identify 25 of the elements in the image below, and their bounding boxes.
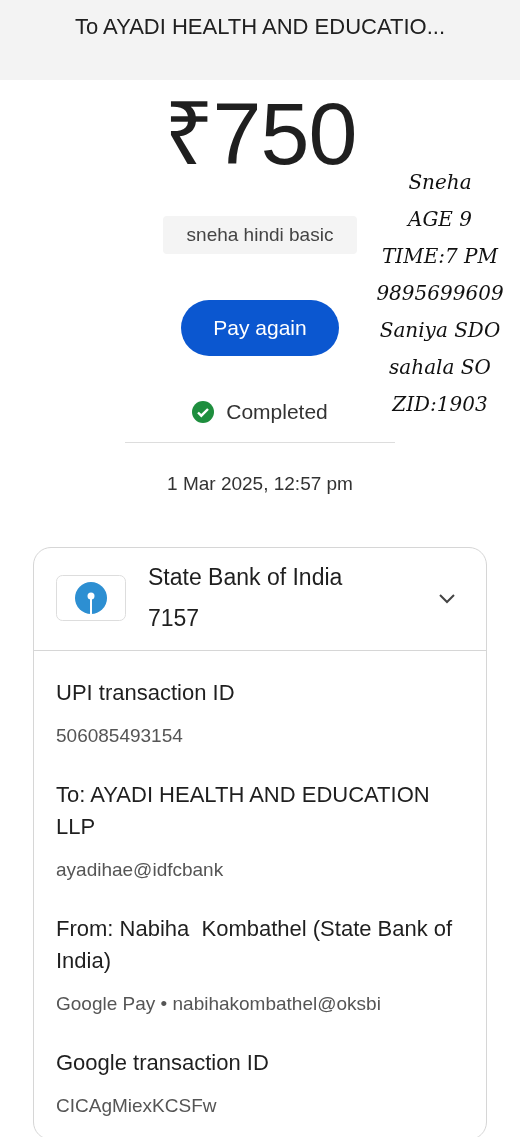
bank-logo-icon: [56, 575, 126, 621]
detail-value: CICAgMiexKCSFw: [56, 1094, 218, 1118]
handwritten-note: sahala SO: [389, 354, 491, 381]
recipient-title: To AYADI HEALTH AND EDUCATIO...: [75, 14, 445, 40]
handwritten-note: Sneha: [408, 169, 472, 196]
transaction-date: 1 Mar 2025, 12:57 pm: [167, 473, 353, 495]
pay-again-button[interactable]: Pay again: [181, 300, 339, 356]
detail-value: ayadihae@idfcbank: [56, 858, 225, 882]
detail-label: Google transaction ID: [56, 1049, 270, 1077]
handwritten-note: Saniya SDO: [379, 317, 501, 344]
account-number: 7157: [148, 605, 201, 632]
payment-note: sneha hindi basic: [162, 216, 358, 254]
handwritten-note: 9895699609: [376, 280, 504, 307]
handwritten-note: TIME:7 PM: [381, 243, 499, 270]
detail-value: 506085493154: [56, 724, 184, 748]
amount: ₹750: [163, 90, 357, 178]
detail-label: To: AYADI HEALTH AND EDUCATION LLP: [56, 781, 431, 841]
chevron-icon[interactable]: [438, 592, 456, 604]
detail-value: Google Pay • nabihakombathel@oksbi: [56, 992, 382, 1016]
detail-label: From: Nabiha Kombathel (State Bank of India): [56, 915, 454, 975]
handwritten-note: ZID:1903: [392, 391, 488, 418]
detail-label: UPI transaction ID: [56, 679, 236, 707]
status-label: Completed: [226, 400, 328, 424]
bank-name: State Bank of India: [148, 564, 344, 591]
handwritten-note: AGE 9: [407, 206, 473, 233]
